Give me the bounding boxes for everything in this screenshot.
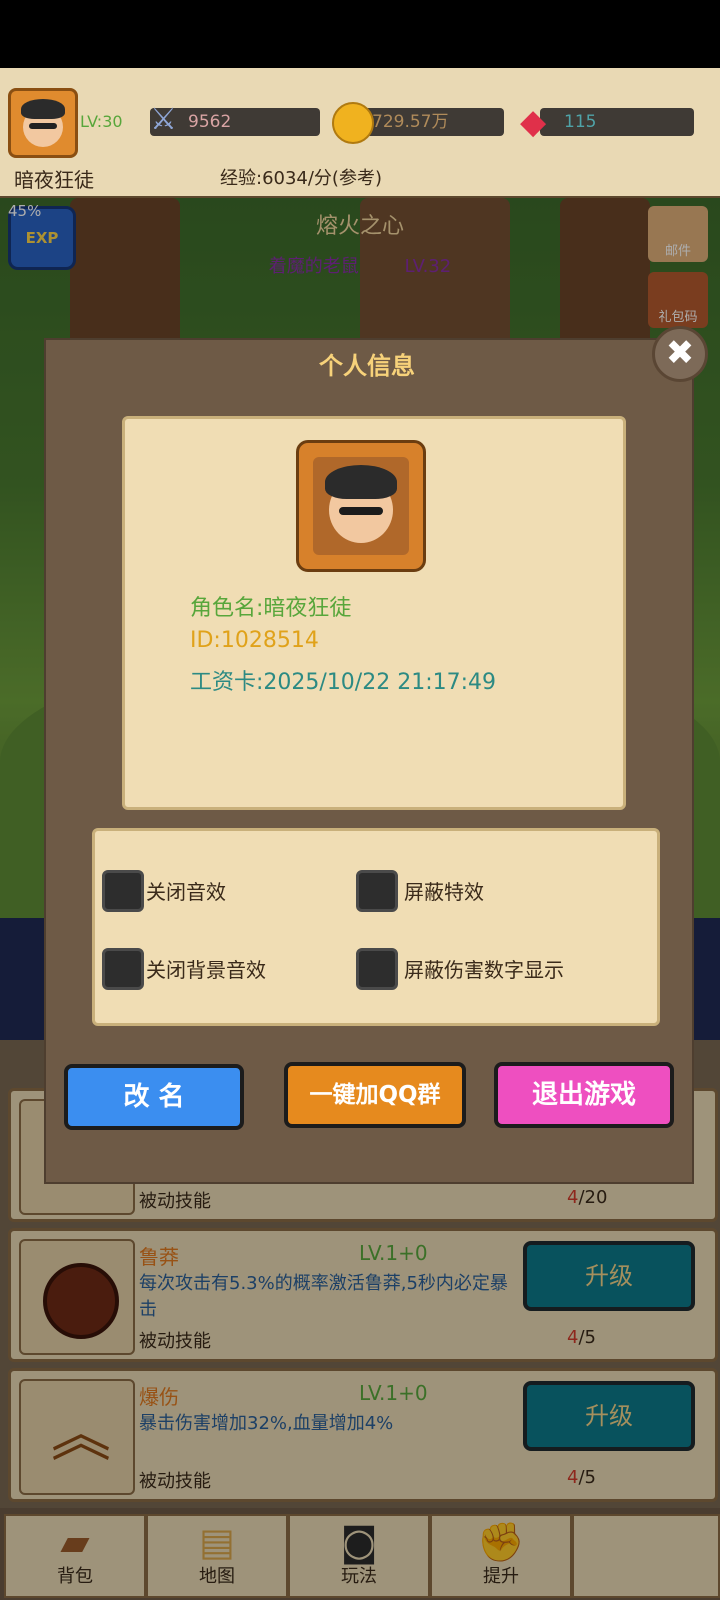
gold-value: 729.57万	[372, 112, 449, 132]
gem-bar: ◆ 115	[520, 102, 694, 142]
mute-sfx-label: 关闭音效	[146, 880, 226, 904]
role-name: 角色名:暗夜狂徒	[190, 596, 352, 621]
ruby-gem-icon: ◆	[520, 102, 547, 142]
player-header: LV:30 暗夜狂徒 经验:6034/分(参考) ⚔ 9562 729.57万 …	[0, 68, 720, 200]
checkbox-hide-damage-numbers[interactable]	[356, 948, 398, 990]
join-qq-group-button[interactable]: 一键加QQ群	[284, 1062, 466, 1128]
dialog-title: 个人信息	[319, 352, 415, 380]
gold-coin-icon	[332, 102, 374, 144]
checkbox-mute-sfx[interactable]	[102, 870, 144, 912]
checkbox-mute-bgm[interactable]	[102, 948, 144, 990]
player-avatar[interactable]	[8, 88, 78, 158]
crossed-swords-icon: ⚔	[150, 102, 177, 137]
salary-card: 工资卡:2025/10/22 21:17:49	[190, 670, 497, 695]
gold-bar: 729.57万	[332, 102, 504, 144]
player-level: LV:30	[80, 112, 123, 131]
power-value: 9562	[188, 112, 232, 132]
settings-panel	[92, 828, 660, 1026]
hide-damage-numbers-label: 屏蔽伤害数字显示	[404, 958, 564, 982]
gem-value: 115	[564, 112, 597, 132]
hide-effects-label: 屏蔽特效	[404, 880, 484, 904]
quit-game-button[interactable]: 退出游戏	[494, 1062, 674, 1128]
profile-avatar	[296, 440, 426, 572]
player-id: ID:1028514	[190, 628, 319, 653]
power-bar: ⚔ 9562	[150, 102, 320, 137]
player-name: 暗夜狂徒	[14, 168, 94, 192]
exp-rate: 经验:6034/分(参考)	[220, 168, 382, 189]
checkbox-hide-effects[interactable]	[356, 870, 398, 912]
close-button[interactable]: ✖	[652, 326, 708, 382]
close-icon: ✖	[665, 333, 695, 373]
rename-button[interactable]: 改 名	[64, 1064, 244, 1130]
mute-bgm-label: 关闭背景音效	[146, 958, 266, 982]
